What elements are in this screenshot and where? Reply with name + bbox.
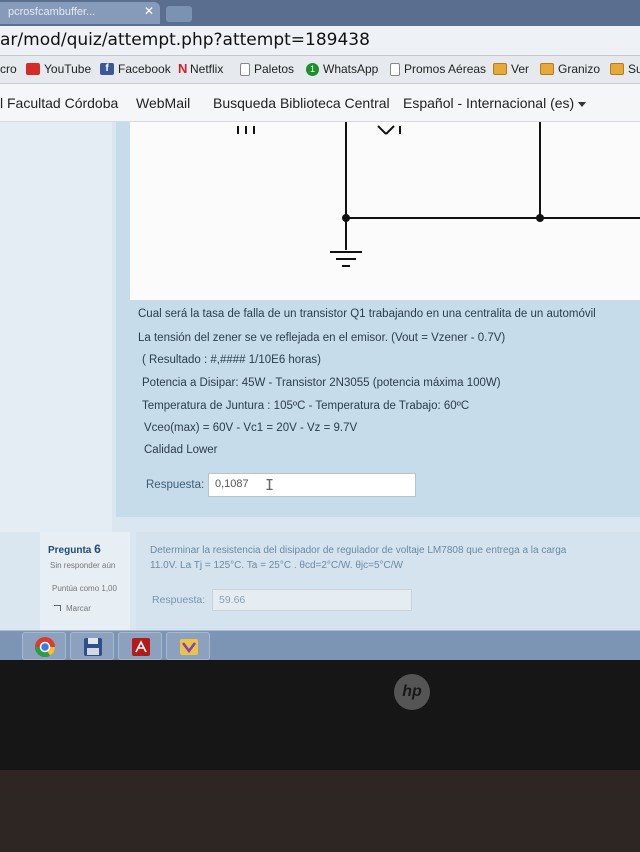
flag-icon — [54, 605, 61, 611]
youtube-icon — [26, 63, 40, 75]
folder-icon — [610, 63, 624, 75]
question-number-value: 6 — [94, 542, 101, 556]
floppy-disk-icon — [84, 638, 102, 656]
bookmark-ver[interactable]: Ver — [493, 62, 529, 76]
left-column — [0, 122, 112, 532]
bookmark-whatsapp[interactable]: 1 WhatsApp — [306, 62, 378, 76]
question-line: Vceo(max) = 60V - Vc1 = 20V - Vz = 9.7V — [144, 422, 358, 434]
junction-dot — [342, 214, 350, 222]
bookmarks-bar: cro YouTube f Facebook N Netflix Paletos… — [0, 56, 640, 84]
question-line: Calidad Lower — [144, 444, 218, 456]
circuit-svg — [237, 122, 640, 267]
bookmark-su[interactable]: Su — [610, 62, 640, 76]
bookmark-label: Promos Aéreas — [404, 62, 487, 76]
text-cursor-icon: I — [265, 476, 275, 494]
question-label: Pregunta — [48, 545, 92, 556]
question-line: ( Resultado : #,#### 1/10E6 horas) — [142, 354, 322, 366]
language-menu[interactable]: Español - Internacional (es) — [403, 95, 587, 111]
question-line: La tensión del zener se ve reflejada en … — [138, 332, 506, 344]
facebook-icon: f — [100, 63, 114, 75]
browser-tab[interactable]: pcrosfcambuffer... — [0, 2, 160, 24]
bookmark-paletos[interactable]: Paletos — [240, 62, 294, 76]
flag-question-button[interactable]: Marcar — [54, 604, 91, 613]
page-icon — [240, 62, 250, 76]
nav-webmail[interactable]: WebMail — [136, 95, 190, 111]
close-tab-icon[interactable]: ✕ — [144, 4, 154, 18]
taskbar-chrome[interactable] — [22, 632, 66, 660]
language-label: Español - Internacional (es) — [403, 95, 575, 111]
whatsapp-icon: 1 — [306, 62, 319, 76]
netflix-icon: N — [178, 61, 188, 76]
bookmark-cro[interactable]: cro — [0, 62, 17, 76]
bookmark-label: cro — [0, 62, 17, 76]
question-line: 11.0V. La Tj = 125°C. Ta = 25°C . θcd=2°… — [150, 560, 403, 571]
nav-facultad[interactable]: l Facultad Córdoba — [0, 95, 118, 111]
folder-icon — [540, 63, 554, 75]
question-line: Determinar la resistencia del disipador … — [150, 545, 567, 556]
bookmark-label: Netflix — [190, 62, 224, 76]
taskbar-app[interactable] — [166, 632, 210, 660]
tab-title: pcrosfcambuffer... — [8, 6, 96, 18]
component-stub — [377, 125, 387, 135]
bookmark-youtube[interactable]: YouTube — [26, 62, 91, 76]
quiz-page: Cual será la tasa de falla de un transis… — [0, 122, 640, 630]
junction-dot — [536, 214, 544, 222]
question-6-info: Pregunta 6 Sin responder aún Puntúa como… — [40, 532, 130, 630]
pdf-icon — [132, 638, 150, 656]
chrome-icon — [35, 637, 55, 657]
flag-label: Marcar — [66, 604, 91, 613]
question-line: Cual será la tasa de falla de un transis… — [138, 308, 596, 320]
bookmark-label: YouTube — [44, 62, 92, 76]
hp-logo: hp — [394, 674, 430, 710]
browser-tab-bar: pcrosfcambuffer... ✕ — [0, 0, 640, 26]
answer-row: Respuesta: 0,1087 — [138, 470, 420, 500]
address-bar[interactable]: ar/mod/quiz/attempt.php?attempt=189438 — [0, 26, 640, 56]
page-icon — [390, 62, 400, 76]
bookmark-label: Granizo — [558, 62, 601, 76]
bookmark-label: Su — [628, 62, 640, 76]
caret-down-icon — [578, 101, 587, 107]
question-line: Temperatura de Juntura : 105ºC - Tempera… — [142, 400, 470, 412]
taskbar — [0, 630, 640, 660]
bookmark-label: WhatsApp — [323, 62, 379, 76]
bookmark-label: Facebook — [118, 62, 171, 76]
component-stub — [385, 125, 395, 135]
question-status: Sin responder aún — [50, 561, 116, 570]
circuit-diagram — [130, 122, 640, 300]
bookmark-facebook[interactable]: f Facebook — [100, 62, 171, 76]
folder-icon — [493, 63, 507, 75]
bookmark-label: Paletos — [254, 62, 295, 76]
question-number: Pregunta 6 — [48, 542, 101, 556]
nav-biblioteca[interactable]: Busqueda Biblioteca Central — [213, 95, 390, 111]
question-line: Potencia a Disipar: 45W - Transistor 2N3… — [142, 377, 501, 389]
new-tab-button[interactable] — [166, 6, 192, 22]
answer-label: Respuesta: — [152, 594, 206, 606]
taskbar-acrobat[interactable] — [118, 632, 162, 660]
bookmark-granizo[interactable]: Granizo — [540, 62, 600, 76]
url-text[interactable]: ar/mod/quiz/attempt.php?attempt=189438 — [0, 30, 370, 50]
answer-input[interactable]: 59.66 — [212, 589, 412, 611]
question-points: Puntúa como 1,00 — [52, 584, 117, 593]
bookmark-label: Ver — [511, 62, 530, 76]
bookmark-promos[interactable]: Promos Aéreas — [390, 62, 486, 76]
app-icon — [180, 639, 198, 655]
laptop-body — [0, 770, 640, 852]
answer-input[interactable]: 0,1087 — [208, 473, 416, 497]
taskbar-save[interactable] — [70, 632, 114, 660]
site-navigation: l Facultad Córdoba WebMail Busqueda Bibl… — [0, 84, 640, 122]
bookmark-netflix[interactable]: N Netflix — [178, 62, 223, 76]
answer-label: Respuesta: — [146, 479, 205, 491]
